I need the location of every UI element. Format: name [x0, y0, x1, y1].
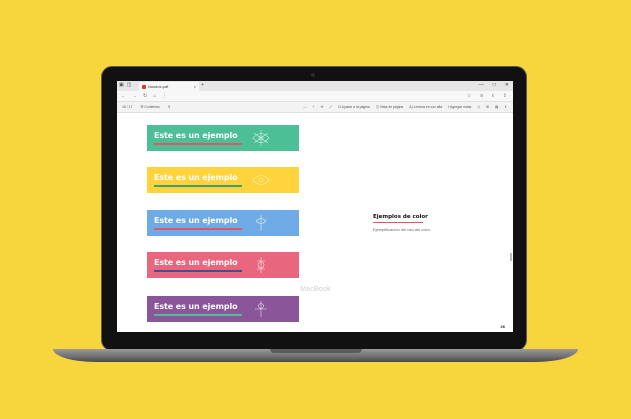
window-controls: — □ ✕: [479, 82, 509, 88]
search-icon[interactable]: ⚲: [168, 105, 170, 109]
banner-underline: [154, 228, 242, 230]
rotate-icon[interactable]: ⟲: [321, 105, 324, 109]
pdf-favicon-icon: [142, 84, 146, 89]
camera-icon: [311, 73, 315, 77]
tab-close-icon[interactable]: ×: [194, 84, 196, 89]
banner-text: Este es un ejemplo: [154, 131, 238, 140]
hub-icon[interactable]: ≡: [480, 93, 483, 99]
page-counter[interactable]: 16 / 17: [122, 105, 132, 109]
share-pdf-icon[interactable]: ⇪: [504, 105, 507, 109]
favorite-star-icon[interactable]: ☆: [467, 93, 471, 99]
browser-titlebar: ▣ ◫ Nosdoc.pdf × + — □ ✕: [117, 81, 513, 91]
zoom-in-button[interactable]: +: [313, 105, 315, 109]
titlebar-left-icons: ▣ ◫: [119, 82, 131, 88]
back-icon[interactable]: ←: [121, 93, 126, 99]
tab-title: Nosdoc.pdf: [148, 84, 169, 89]
close-window-button[interactable]: ✕: [505, 82, 509, 88]
contents-button[interactable]: ☰ Contenido: [140, 105, 159, 109]
zoom-out-button[interactable]: —: [303, 105, 306, 109]
color-banner-yellow: Este es un ejemplo: [147, 167, 299, 193]
laptop-base-notch: [270, 349, 362, 353]
banner-underline: [154, 143, 242, 145]
more-icon[interactable]: ⋮: [162, 93, 167, 99]
share-icon[interactable]: ⇪: [503, 93, 507, 99]
new-tab-button[interactable]: +: [201, 82, 204, 88]
grid-icon[interactable]: ⊞: [486, 105, 489, 109]
banner-text: Este es un ejemplo: [154, 302, 238, 311]
ornament-icon: [252, 175, 270, 185]
section-title-underline: [373, 222, 423, 224]
pdf-page: Este es un ejemplo Este es un ejemplo Es…: [117, 113, 513, 332]
laptop-screen: ▣ ◫ Nosdoc.pdf × + — □ ✕ ← → ↻ ⌂ ⋮ ☆ ≡ ℓ…: [117, 81, 513, 332]
color-banner-blue: Este es un ejemplo: [147, 210, 299, 236]
browser-tab[interactable]: Nosdoc.pdf ×: [139, 82, 199, 91]
forward-icon[interactable]: →: [132, 93, 137, 99]
read-aloud-button[interactable]: A) Lectura en voz alta: [409, 105, 442, 109]
address-bar: ← → ↻ ⌂ ⋮ ☆ ≡ ℓ ⇪: [117, 91, 513, 102]
color-banner-pink: Este es un ejemplo: [147, 252, 299, 278]
ornament-icon: [255, 301, 267, 317]
macbook-label: MacBook: [300, 286, 331, 293]
color-banner-green: Este es un ejemplo: [147, 125, 299, 151]
add-notes-button[interactable]: ℓ Agregar notas: [448, 105, 471, 109]
banner-underline: [154, 270, 242, 272]
ornament-icon: [257, 257, 265, 273]
maximize-button[interactable]: □: [493, 82, 496, 88]
banner-underline: [154, 185, 242, 187]
section-description: Ejemplificación del uso del color.: [373, 227, 431, 232]
ornament-icon: [252, 130, 270, 146]
ornament-icon: [255, 215, 267, 231]
page-number: 26: [500, 324, 505, 329]
print-icon[interactable]: ⎙: [477, 105, 480, 109]
minimize-button[interactable]: —: [479, 82, 484, 88]
fullscreen-icon[interactable]: ⤢: [329, 105, 332, 109]
fit-page-button[interactable]: ⊡ Ajustar a la página: [338, 105, 370, 109]
pdf-toolbar: 16 / 17 ☰ Contenido ⚲ — + ⟲ ⤢ ⊡ Ajustar …: [117, 102, 513, 113]
notes-icon[interactable]: ℓ: [492, 93, 494, 99]
pdf-toolbar-right: — + ⟲ ⤢ ⊡ Ajustar a la página ◫ Vista de…: [303, 105, 507, 109]
section-title: Ejemplos de color: [373, 214, 428, 220]
laptop-lid: ▣ ◫ Nosdoc.pdf × + — □ ✕ ← → ↻ ⌂ ⋮ ☆ ≡ ℓ…: [101, 66, 527, 351]
page-view-button[interactable]: ◫ Vista de página: [376, 105, 403, 109]
save-icon[interactable]: ▤: [495, 105, 498, 109]
home-icon[interactable]: ⌂: [153, 93, 156, 99]
tabs-aside-icon[interactable]: ◫: [127, 82, 132, 88]
banner-text: Este es un ejemplo: [154, 216, 238, 225]
pdf-toolbar-left: 16 / 17 ☰ Contenido ⚲: [122, 105, 170, 109]
banner-underline: [154, 314, 242, 316]
refresh-icon[interactable]: ↻: [143, 93, 147, 99]
banner-text: Este es un ejemplo: [154, 173, 238, 182]
window-menu-icon[interactable]: ▣: [119, 82, 124, 88]
nav-buttons: ← → ↻ ⌂ ⋮: [121, 93, 167, 99]
address-right-icons: ☆ ≡ ℓ ⇪: [467, 93, 507, 99]
scrollbar-thumb[interactable]: [510, 253, 512, 261]
color-banner-purple: Este es un ejemplo: [147, 296, 299, 322]
banner-text: Este es un ejemplo: [154, 258, 238, 267]
